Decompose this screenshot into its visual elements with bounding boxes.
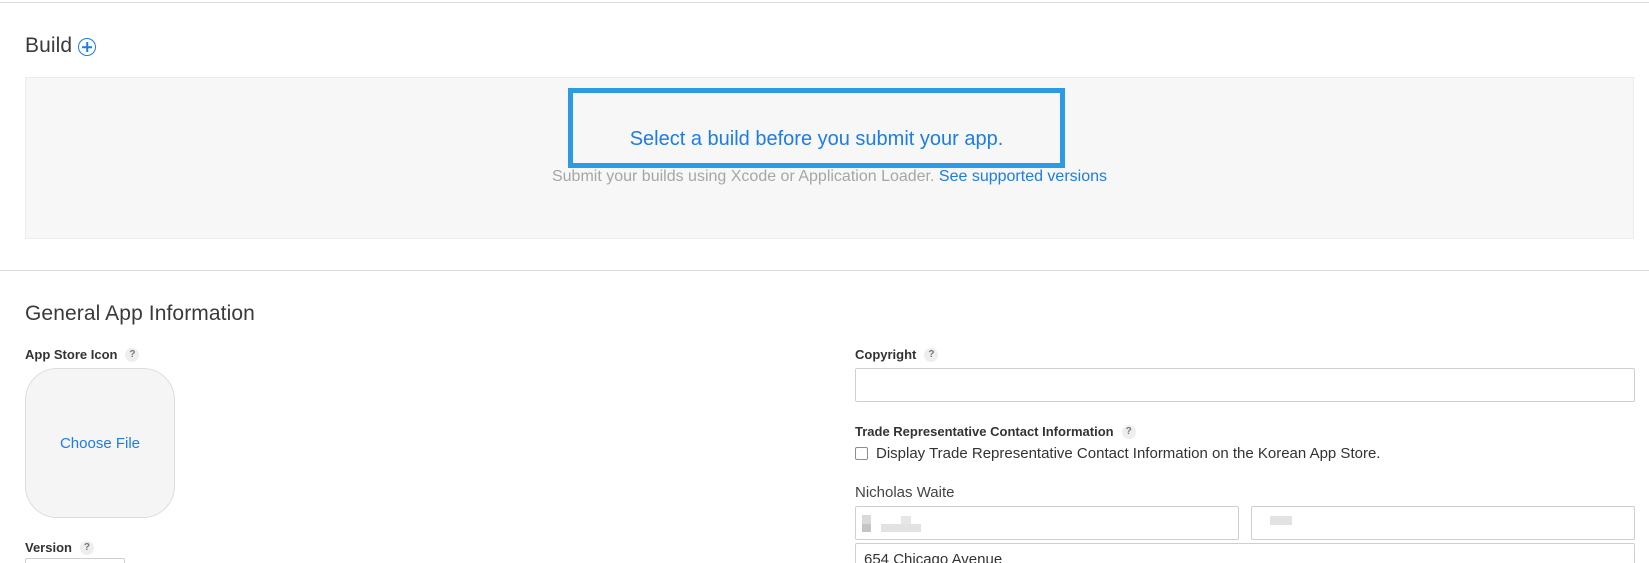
redacted-text [901,516,911,524]
help-icon[interactable]: ? [79,540,94,555]
redacted-text [862,524,871,532]
trade-rep-label: Trade Representative Contact Information [855,424,1114,439]
section-divider [0,2,1649,3]
supported-versions-link[interactable]: See supported versions [939,168,1107,185]
help-icon[interactable]: ? [1121,424,1136,439]
copyright-input[interactable] [855,368,1635,402]
first-name-input[interactable] [855,506,1239,540]
trade-rep-checkbox[interactable] [855,447,868,460]
section-divider [0,270,1649,271]
address-value: 654 Chicago Avenue [864,551,1003,563]
redacted-text [881,524,921,532]
version-input[interactable] [25,558,125,563]
build-section-header: Build [25,34,97,58]
trade-rep-label-row: Trade Representative Contact Information… [855,424,1136,439]
help-icon[interactable]: ? [125,347,140,362]
app-store-icon-label-row: App Store Icon ? [25,347,140,362]
address-input[interactable]: 654 Chicago Avenue [855,543,1635,563]
choose-file-link[interactable]: Choose File [60,435,140,452]
build-help-text: Submit your builds using Xcode or Applic… [551,168,935,185]
build-help-line: Submit your builds using Xcode or Applic… [0,168,1649,186]
help-icon[interactable]: ? [924,347,939,362]
build-title: Build [25,34,73,57]
trade-rep-checkbox-label: Display Trade Representative Contact Inf… [876,445,1381,462]
version-label: Version [25,540,72,555]
app-store-icon-label: App Store Icon [25,347,118,362]
redacted-text [862,515,871,524]
last-name-input[interactable] [1251,506,1635,540]
plus-circle-icon[interactable] [78,38,97,56]
app-version-page: Build Select a build before you submit y… [0,0,1649,563]
general-info-title: General App Information [25,302,255,325]
trade-rep-checkbox-row[interactable]: Display Trade Representative Contact Inf… [855,445,1380,462]
select-build-prompt[interactable]: Select a build before you submit your ap… [568,128,1065,151]
copyright-label-row: Copyright ? [855,347,939,362]
app-icon-upload[interactable]: Choose File [25,368,175,518]
trade-rep-name: Nicholas Waite [855,484,955,501]
version-label-row: Version ? [25,540,94,555]
copyright-label: Copyright [855,347,917,362]
redacted-text [1270,516,1292,525]
